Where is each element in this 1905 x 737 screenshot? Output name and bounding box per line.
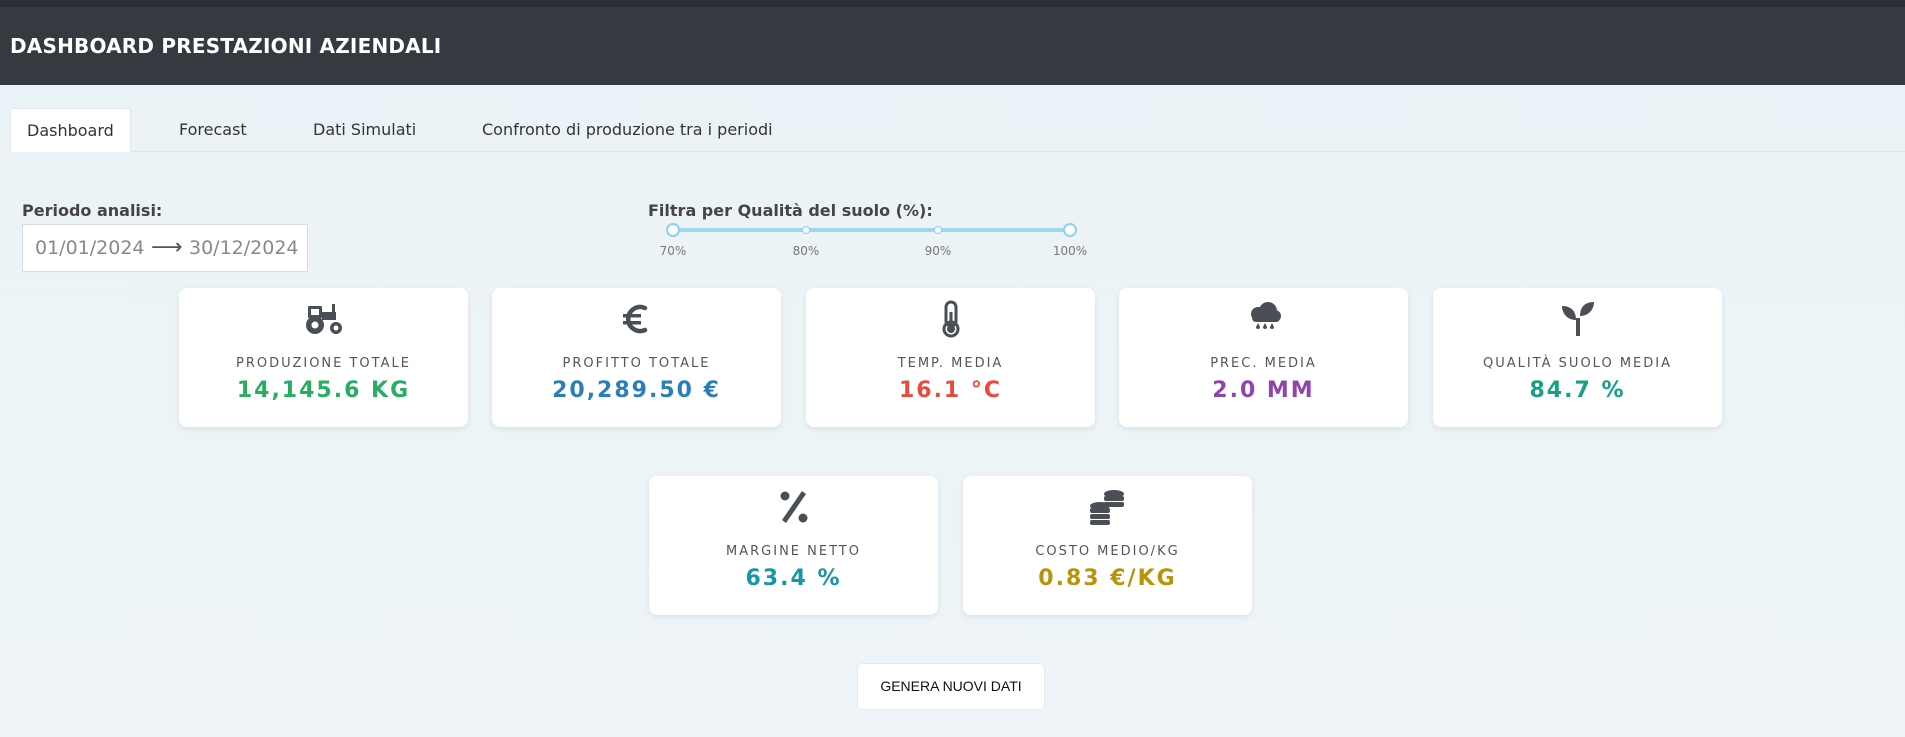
kpi-label: MARGINE NETTO — [726, 544, 861, 559]
kpi-value: 20,289.50 € — [552, 378, 721, 403]
date-range-picker[interactable]: 01/01/2024 ⟶ 30/12/2024 — [22, 224, 308, 272]
coins-icon — [963, 488, 1252, 526]
kpi-card-precipitazioni: PREC. MEDIA 2.0 MM — [1119, 288, 1408, 427]
slider-handle-min[interactable] — [666, 223, 680, 237]
soil-range-slider[interactable] — [673, 228, 1070, 232]
slider-mark: 80% — [792, 244, 820, 258]
euro-icon — [492, 300, 781, 338]
tab-forecast[interactable]: Forecast — [169, 108, 257, 152]
kpi-value: 0.83 €/KG — [1038, 566, 1177, 591]
kpi-value: 2.0 MM — [1212, 378, 1315, 403]
cloud-rain-icon — [1119, 300, 1408, 338]
slider-dot — [934, 226, 942, 234]
kpi-value: 14,145.6 KG — [236, 378, 411, 403]
slider-mark: 100% — [1052, 244, 1088, 258]
kpi-label: COSTO MEDIO/KG — [1035, 544, 1180, 559]
tab-dati-simulati[interactable]: Dati Simulati — [303, 108, 426, 152]
period-label: Periodo analisi: — [22, 201, 163, 220]
generate-data-button[interactable]: GENERA NUOVI DATI — [857, 663, 1045, 710]
kpi-card-costo-medio: COSTO MEDIO/KG 0.83 €/KG — [963, 476, 1252, 615]
kpi-label: PRODUZIONE TOTALE — [236, 356, 411, 371]
start-date-input[interactable]: 01/01/2024 — [35, 225, 145, 271]
kpi-card-temperatura: TEMP. MEDIA 16.1 °C — [806, 288, 1095, 427]
end-date-input[interactable]: 30/12/2024 — [189, 225, 299, 271]
thermometer-icon — [806, 300, 1095, 338]
slider-mark: 70% — [659, 244, 687, 258]
slider-handle-max[interactable] — [1063, 223, 1077, 237]
kpi-value: 16.1 °C — [898, 378, 1003, 403]
kpi-label: PROFITTO TOTALE — [562, 356, 711, 371]
kpi-card-qualita-suolo: QUALITÀ SUOLO MEDIA 84.7 % — [1433, 288, 1722, 427]
tractor-icon — [179, 300, 468, 338]
percent-icon — [649, 488, 938, 526]
soil-filter-label: Filtra per Qualità del suolo (%): — [648, 201, 933, 220]
app-header: DASHBOARD PRESTAZIONI AZIENDALI — [0, 0, 1905, 85]
kpi-label: TEMP. MEDIA — [897, 356, 1004, 371]
tab-confronto-produzione[interactable]: Confronto di produzione tra i periodi — [472, 108, 783, 152]
slider-mark: 90% — [924, 244, 952, 258]
seedling-icon — [1433, 300, 1722, 338]
kpi-label: PREC. MEDIA — [1210, 356, 1317, 371]
kpi-label: QUALITÀ SUOLO MEDIA — [1483, 356, 1672, 371]
kpi-value: 84.7 % — [1529, 378, 1626, 403]
kpi-card-produzione: PRODUZIONE TOTALE 14,145.6 KG — [179, 288, 468, 427]
kpi-card-margine-netto: MARGINE NETTO 63.4 % — [649, 476, 938, 615]
kpi-card-profitto: PROFITTO TOTALE 20,289.50 € — [492, 288, 781, 427]
kpi-value: 63.4 % — [745, 566, 842, 591]
arrow-right-icon: ⟶ — [151, 235, 183, 260]
tab-bar: Dashboard Forecast Dati Simulati Confron… — [10, 108, 1905, 152]
page-title: DASHBOARD PRESTAZIONI AZIENDALI — [10, 34, 442, 58]
tab-dashboard[interactable]: Dashboard — [10, 108, 131, 152]
slider-dot — [802, 226, 810, 234]
